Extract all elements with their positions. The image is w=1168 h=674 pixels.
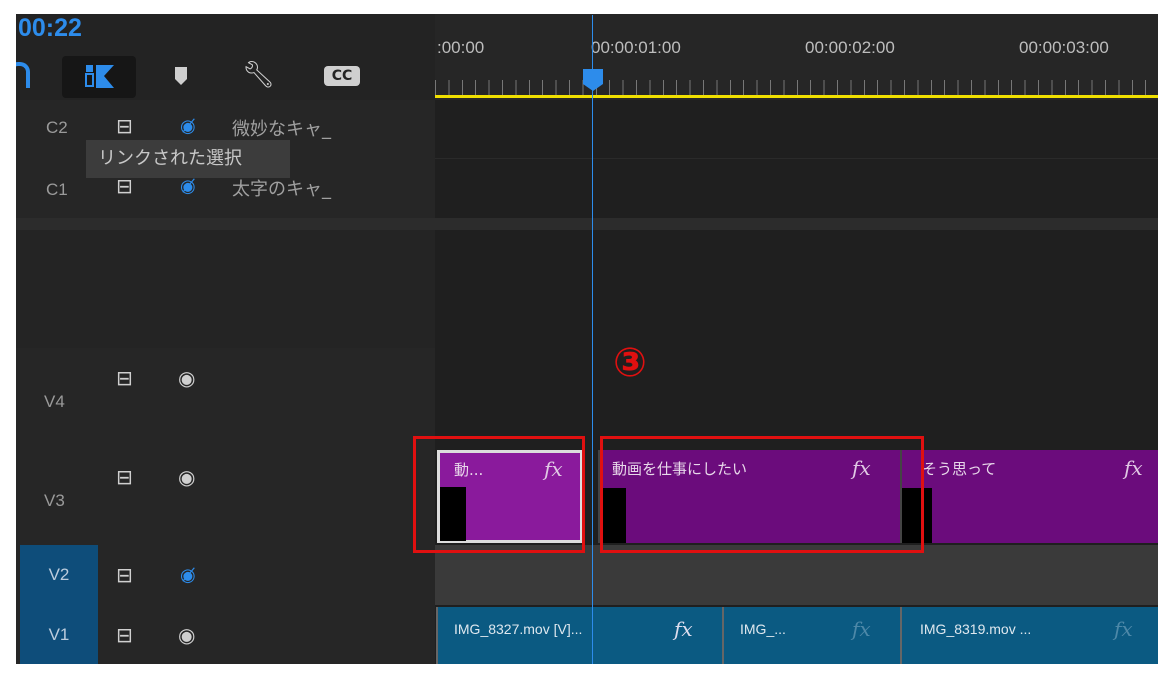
tooltip: リンクされた選択: [86, 140, 290, 178]
timeline-header: 00:22 🔧︎ CC: [16, 14, 435, 100]
track-divider[interactable]: [16, 218, 1158, 230]
marker-icon[interactable]: [174, 66, 188, 86]
sync-lock-icon[interactable]: ⊟: [116, 114, 133, 138]
track-header-v1: V1 ⊟ ◉: [16, 605, 435, 664]
fx-badge: fx: [1124, 456, 1143, 480]
ruler-label: 00:00:03:00: [1019, 38, 1109, 57]
fx-badge: fx: [674, 617, 693, 641]
playhead-handle[interactable]: [582, 68, 604, 92]
eye-icon[interactable]: ◉: [178, 366, 195, 390]
track-name: C1: [46, 180, 68, 199]
wrench-icon[interactable]: 🔧︎: [242, 60, 275, 90]
track-header-v4: V4 ⊟ ◉: [16, 348, 435, 448]
video-clip[interactable]: IMG_8319.mov ... fx: [900, 607, 1158, 664]
clip-title: IMG_...: [740, 621, 786, 637]
track-name: V3: [44, 491, 65, 510]
fx-badge: fx: [1114, 617, 1133, 641]
clip-title: そう思って: [922, 460, 997, 478]
captions-icon[interactable]: CC: [324, 66, 360, 86]
track-target-v2[interactable]: V2: [20, 545, 98, 605]
clip-title: IMG_8327.mov [V]...: [454, 621, 583, 637]
snap-icon[interactable]: [16, 62, 30, 88]
track-name: V4: [44, 392, 65, 411]
playhead-line[interactable]: [592, 15, 593, 664]
track-header-v3: V3 ⊟ ◉: [16, 447, 435, 546]
playhead-timecode[interactable]: 00:22: [18, 14, 82, 43]
linked-selection-icon: [85, 65, 114, 88]
ruler-label: :00:00: [437, 38, 485, 57]
eye-hidden-icon[interactable]: ◉̸: [180, 116, 196, 137]
ruler-ticks: [435, 80, 1158, 96]
eye-icon[interactable]: ◉: [178, 465, 195, 489]
timeline-panel: 00:22 🔧︎ CC :00:00 00:00:01:00 00:00:02:…: [16, 14, 1158, 664]
eye-hidden-icon[interactable]: ◉̸: [180, 565, 196, 586]
linked-selection-button[interactable]: [62, 56, 136, 98]
clip-title: IMG_8319.mov ...: [920, 621, 1032, 637]
track-target-v1[interactable]: V1: [20, 605, 98, 664]
ruler-label: 00:00:02:00: [805, 38, 895, 57]
step-number-annotation: ③: [613, 340, 647, 386]
sync-lock-icon[interactable]: ⊟: [116, 563, 133, 587]
fx-badge: fx: [852, 617, 871, 641]
highlight-box: [600, 436, 924, 553]
work-area-bar[interactable]: [435, 95, 1158, 98]
track-name: C2: [46, 118, 68, 137]
eye-hidden-icon[interactable]: ◉̸: [180, 176, 196, 197]
track-caption-label: 太字のキャ_: [232, 179, 331, 200]
track-header-v2: V2 ⊟ ◉̸: [16, 545, 435, 606]
caption-clip[interactable]: そう思って fx: [900, 450, 1158, 543]
track-caption-label: 微妙なキャ_: [232, 119, 331, 140]
eye-icon[interactable]: ◉: [178, 623, 195, 647]
video-clip[interactable]: IMG_... fx: [722, 607, 900, 664]
sync-lock-icon[interactable]: ⊟: [116, 465, 133, 489]
v2-track-lane: [435, 545, 1158, 605]
time-ruler[interactable]: :00:00 00:00:01:00 00:00:02:00 00:00:03:…: [435, 14, 1158, 100]
ruler-label: 00:00:01:00: [591, 38, 681, 57]
highlight-box: [413, 436, 585, 553]
sync-lock-icon[interactable]: ⊟: [116, 366, 133, 390]
empty-track-area: [16, 230, 435, 349]
video-clip[interactable]: IMG_8327.mov [V]... fx: [436, 607, 722, 664]
sync-lock-icon[interactable]: ⊟: [116, 623, 133, 647]
